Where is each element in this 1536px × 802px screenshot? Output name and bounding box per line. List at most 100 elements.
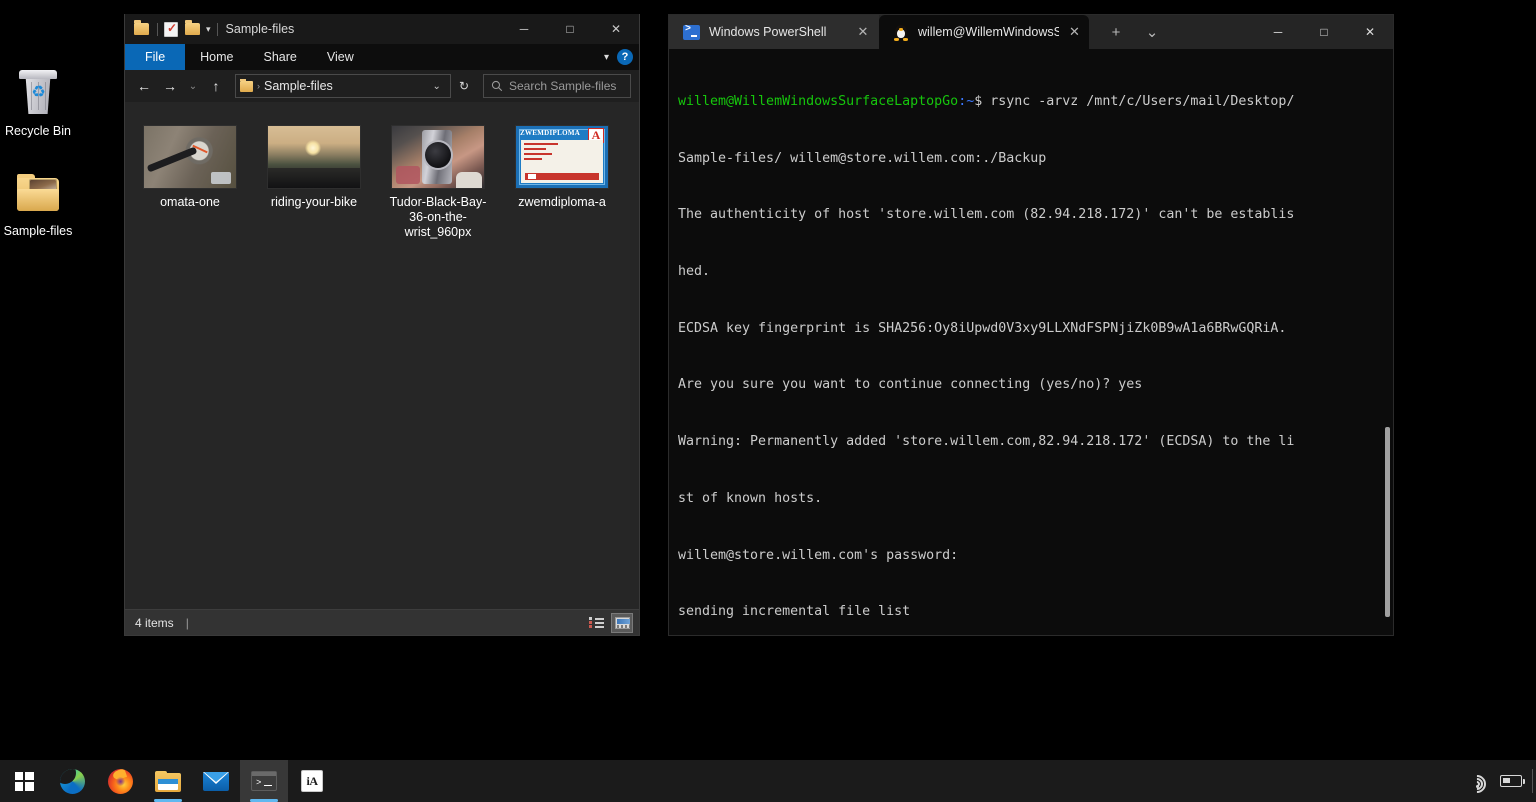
help-icon[interactable]: ?	[617, 49, 633, 65]
file-item[interactable]: Tudor-Black-Bay-36-on-the-wrist_960px	[387, 126, 489, 240]
terminal-scrollbar[interactable]	[1385, 427, 1390, 617]
file-name-label: riding-your-bike	[271, 195, 357, 210]
mail-button[interactable]	[192, 760, 240, 802]
edge-button[interactable]	[48, 760, 96, 802]
up-button[interactable]: ↑	[205, 74, 227, 98]
tab-close-icon[interactable]: ✕	[855, 24, 871, 40]
search-input[interactable]: Search Sample-files	[509, 79, 616, 93]
ia-writer-button[interactable]: iA	[288, 760, 336, 802]
expand-ribbon-chevron-icon[interactable]: ▾	[604, 52, 609, 63]
divider	[217, 23, 218, 36]
file-explorer-button[interactable]	[144, 760, 192, 802]
file-name-label: zwemdiploma-a	[518, 195, 606, 210]
terminal-output-line: st of known hosts.	[678, 490, 1383, 509]
file-thumbnail-riding-your-bike	[268, 126, 360, 188]
item-count-label: 4 items	[135, 616, 174, 630]
ribbon-tab-home[interactable]: Home	[185, 44, 248, 70]
start-button[interactable]	[0, 760, 48, 802]
folder-photos-icon	[14, 170, 62, 218]
quick-access-folder-icon[interactable]	[134, 21, 150, 37]
terminal-output-line: The authenticity of host 'store.willem.c…	[678, 206, 1383, 225]
wifi-icon[interactable]	[1468, 774, 1486, 789]
zwemdiploma-title-text: ZWEMDIPLOMA	[520, 129, 580, 137]
refresh-button[interactable]: ↻	[455, 79, 473, 93]
large-icons-view-button[interactable]	[611, 613, 633, 633]
mail-icon	[203, 772, 229, 791]
desktop-icon-sample-files[interactable]: Sample-files	[0, 170, 76, 238]
search-icon	[491, 80, 503, 92]
new-folder-icon[interactable]	[185, 21, 201, 37]
powershell-icon	[683, 25, 700, 40]
status-separator: |	[186, 616, 189, 630]
explorer-status-bar: 4 items |	[125, 609, 639, 635]
file-explorer-window[interactable]: ▾ Sample-files ─ □ ✕ File Home Share Vie…	[124, 14, 640, 636]
details-view-button[interactable]	[585, 613, 607, 633]
chevron-down-icon[interactable]: ▾	[206, 24, 211, 35]
ia-writer-icon: iA	[301, 770, 323, 792]
divider	[157, 23, 158, 36]
ribbon-tab-share[interactable]: Share	[249, 44, 312, 70]
back-button[interactable]: ←	[133, 74, 155, 98]
explorer-title-bar[interactable]: ▾ Sample-files ─ □ ✕	[125, 14, 639, 44]
battery-icon[interactable]	[1500, 775, 1522, 787]
show-desktop-button[interactable]	[1532, 769, 1533, 793]
close-button[interactable]: ✕	[593, 14, 639, 44]
firefox-button[interactable]	[96, 760, 144, 802]
terminal-tab-label: willem@WillemWindowsSurfac	[918, 25, 1059, 39]
windows-terminal-window[interactable]: Windows PowerShell ✕ willem@WillemWindow…	[668, 14, 1394, 636]
terminal-tab-bar: Windows PowerShell ✕ willem@WillemWindow…	[669, 15, 1393, 49]
terminal-tab-powershell[interactable]: Windows PowerShell ✕	[669, 15, 879, 49]
properties-doc-icon[interactable]	[164, 21, 180, 37]
file-thumbnail-omata-one	[144, 126, 236, 188]
explorer-navigation-bar: ← → ⌄ ↑ › Sample-files ⌄ ↻ Search Sample…	[125, 70, 639, 102]
recent-locations-chevron-icon[interactable]: ⌄	[185, 74, 201, 98]
terminal-output-line: willem@store.willem.com's password:	[678, 547, 1383, 566]
search-box[interactable]: Search Sample-files	[483, 74, 631, 98]
large-icons-view-icon	[615, 617, 630, 629]
terminal-output-area[interactable]: willem@WillemWindowsSurfaceLaptopGo:~$ r…	[669, 49, 1393, 635]
explorer-ribbon: File Home Share View ▾ ?	[125, 44, 639, 70]
file-explorer-icon	[155, 771, 181, 792]
terminal-window-controls: ─ □ ✕	[1255, 15, 1393, 49]
file-item[interactable]: ZWEMDIPLOMA A zwemdiploma-a	[511, 126, 613, 240]
terminal-output-line: ECDSA key fingerprint is SHA256:Oy8iUpwd…	[678, 320, 1383, 339]
terminal-tab-label: Windows PowerShell	[709, 25, 846, 39]
maximize-button[interactable]: □	[1301, 15, 1347, 49]
terminal-icon: >	[251, 771, 277, 791]
tux-icon	[893, 24, 909, 41]
terminal-tab-wsl[interactable]: willem@WillemWindowsSurfac ✕	[879, 15, 1089, 49]
firefox-icon	[108, 769, 133, 794]
minimize-button[interactable]: ─	[1255, 15, 1301, 49]
file-item[interactable]: omata-one	[139, 126, 241, 240]
terminal-command-text: rsync -arvz /mnt/c/Users/mail/Desktop/	[982, 94, 1294, 109]
system-tray	[1468, 760, 1536, 802]
ribbon-tab-file[interactable]: File	[125, 44, 185, 70]
shell-prompt-user: willem@WillemWindowsSurfaceLaptopGo	[678, 94, 958, 109]
file-name-label: Tudor-Black-Bay-36-on-the-wrist_960px	[388, 195, 488, 240]
terminal-command-line: willem@WillemWindowsSurfaceLaptopGo:~$ r…	[678, 93, 1383, 112]
taskbar: > iA	[0, 760, 1536, 802]
shell-prompt-path: :~	[958, 94, 974, 109]
terminal-output-line: Sample-files/ willem@store.willem.com:./…	[678, 150, 1383, 169]
folder-icon	[240, 81, 253, 92]
ribbon-tab-view[interactable]: View	[312, 44, 369, 70]
new-tab-button[interactable]: +	[1099, 17, 1133, 47]
address-dropdown-icon[interactable]: ⌄	[428, 81, 446, 92]
breadcrumb[interactable]: Sample-files	[264, 79, 424, 93]
tab-dropdown-chevron-icon[interactable]: ⌄	[1135, 17, 1169, 47]
terminal-button[interactable]: >	[240, 760, 288, 802]
desktop-icon-label: Recycle Bin	[0, 124, 76, 138]
file-item[interactable]: riding-your-bike	[263, 126, 365, 240]
maximize-button[interactable]: □	[547, 14, 593, 44]
tab-close-icon[interactable]: ✕	[1068, 24, 1081, 40]
recycle-bin-icon: ♻	[14, 70, 62, 118]
desktop-icon-recycle-bin[interactable]: ♻ Recycle Bin	[0, 70, 76, 138]
terminal-output-line: Warning: Permanently added 'store.willem…	[678, 433, 1383, 452]
close-button[interactable]: ✕	[1347, 15, 1393, 49]
explorer-file-area[interactable]: omata-one riding-your-bike Tudor-Black-B…	[125, 102, 639, 609]
address-bar[interactable]: › Sample-files ⌄	[235, 74, 451, 98]
forward-button[interactable]: →	[159, 74, 181, 98]
windows-logo-icon	[15, 772, 34, 791]
minimize-button[interactable]: ─	[501, 14, 547, 44]
terminal-output-line: sending incremental file list	[678, 603, 1383, 622]
